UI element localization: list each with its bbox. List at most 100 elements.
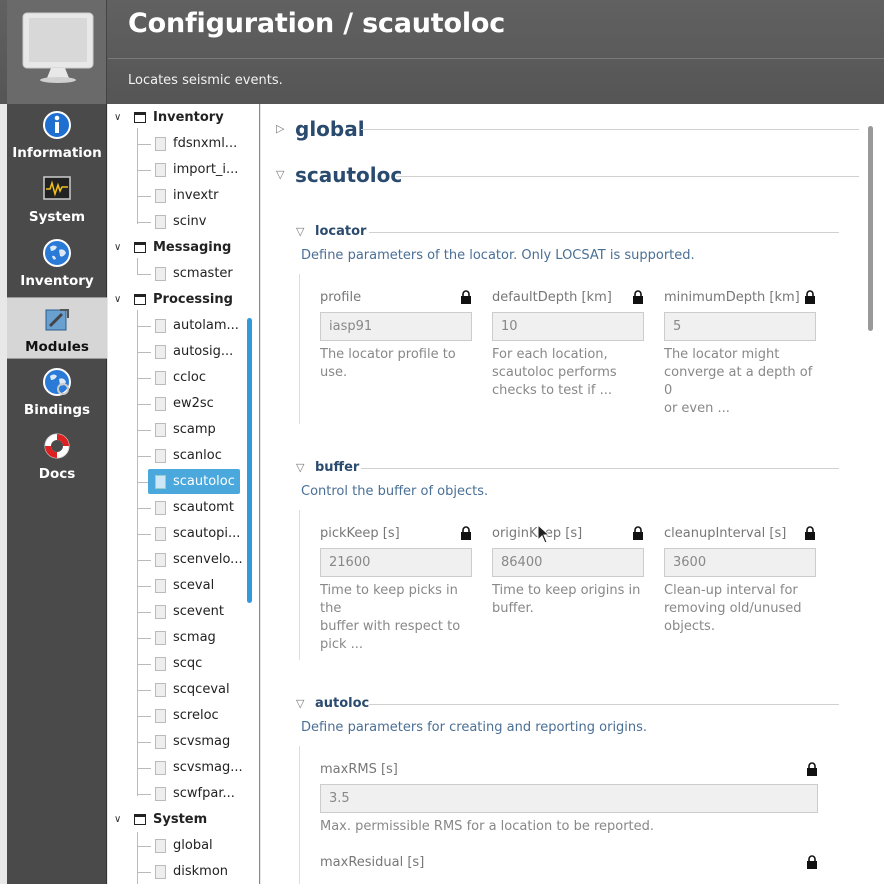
lock-icon[interactable] [804, 526, 816, 540]
tree-connector [137, 404, 151, 405]
param-input[interactable]: 86400 [492, 548, 644, 577]
lock-icon[interactable] [632, 526, 644, 540]
tree-category-system[interactable]: ∨ System [108, 807, 258, 833]
nav-item-bindings[interactable]: Bindings [7, 361, 107, 423]
tree-item[interactable]: invextr [108, 183, 258, 209]
chevron-down-icon[interactable]: ∨ [114, 235, 126, 261]
param-description: Max. permissible RMS for a location to b… [320, 819, 655, 834]
param-input[interactable]: iasp91 [320, 312, 472, 341]
chevron-down-icon[interactable]: ∨ [114, 287, 126, 313]
group-divider [361, 468, 839, 469]
tree-item[interactable]: autolam... [108, 313, 258, 339]
nav-item-inventory[interactable]: Inventory [7, 232, 107, 294]
tree-category-messaging[interactable]: ∨ Messaging [108, 235, 258, 261]
info-icon [43, 111, 71, 139]
lock-icon[interactable] [460, 526, 472, 540]
tree-item[interactable]: sceval [108, 573, 258, 599]
tree-item[interactable]: scamp [108, 417, 258, 443]
chevron-right-icon[interactable]: ▷ [276, 122, 284, 135]
chevron-down-icon[interactable]: ▽ [276, 168, 284, 181]
tree-item[interactable]: scvsmag... [108, 755, 258, 781]
group-description: Define parameters of the locator. Only L… [301, 248, 695, 263]
tree-item-label: global [173, 838, 213, 853]
tree-item-label: import_i... [173, 162, 239, 177]
content-scrollbar[interactable] [868, 126, 873, 331]
nav-label: Modules [25, 339, 89, 355]
nav-label: System [28, 209, 86, 225]
tree-item[interactable]: diskmon [108, 859, 258, 884]
param-input[interactable]: 21600 [320, 548, 472, 577]
nav-item-modules[interactable]: Modules [7, 297, 107, 359]
tree-item[interactable]: fdsnxml... [108, 131, 258, 157]
tree-category-inventory[interactable]: ∨ Inventory [108, 105, 258, 131]
sidebar-nav: Information System Inventory Modules Bin… [7, 104, 107, 884]
tree-connector [137, 586, 151, 587]
nav-item-system[interactable]: System [7, 168, 107, 230]
group-title-buffer[interactable]: buffer [315, 460, 359, 475]
tree-item[interactable]: scautomt [108, 495, 258, 521]
file-icon [155, 423, 166, 437]
tree-connector [137, 144, 151, 145]
file-icon [155, 527, 166, 541]
tree-item[interactable]: screloc [108, 703, 258, 729]
modules-icon [45, 309, 69, 331]
tree-connector [137, 352, 151, 353]
lock-icon[interactable] [804, 290, 816, 304]
page-description: Locates seismic events. [128, 73, 283, 88]
tree-item[interactable]: global [108, 833, 258, 859]
lock-icon[interactable] [806, 762, 818, 776]
tree-item[interactable]: import_i... [108, 157, 258, 183]
tree-item[interactable]: scautopi... [108, 521, 258, 547]
param-minimumdepth: minimumDepth [km] 5 The locator might con… [664, 290, 816, 416]
lock-icon[interactable] [460, 290, 472, 304]
tree-item[interactable]: scanloc [108, 443, 258, 469]
tree-item[interactable]: autosig... [108, 339, 258, 365]
tree-connector [137, 482, 148, 483]
nav-item-information[interactable]: Information [7, 104, 107, 166]
chevron-down-icon[interactable]: ▽ [296, 697, 304, 710]
file-icon [155, 709, 166, 723]
tree-item-selected[interactable]: scautoloc [108, 469, 258, 495]
tree-scrollbar[interactable] [247, 318, 252, 603]
file-icon [155, 787, 166, 801]
tree-item[interactable]: ew2sc [108, 391, 258, 417]
file-icon [155, 345, 166, 359]
group-title-locator[interactable]: locator [315, 224, 366, 239]
group-title-autoloc[interactable]: autoloc [315, 696, 369, 711]
chevron-down-icon[interactable]: ∨ [114, 807, 126, 833]
param-description: For each location, scautoloc performs chec… [492, 347, 617, 398]
chevron-down-icon[interactable]: ▽ [296, 225, 304, 238]
param-input[interactable]: 3600 [664, 548, 816, 577]
nav-label: Information [12, 145, 102, 161]
param-input[interactable]: 10 [492, 312, 644, 341]
tree-item-label: ew2sc [173, 396, 214, 411]
tree-connector [137, 794, 151, 795]
group-border [299, 274, 300, 424]
tree-item[interactable]: scqceval [108, 677, 258, 703]
system-monitor-icon [43, 176, 71, 200]
tree-item[interactable]: scinv [108, 209, 258, 235]
section-title-scautoloc[interactable]: scautoloc [295, 163, 402, 187]
tree-item[interactable]: scmaster [108, 261, 258, 287]
tree-item[interactable]: scqc [108, 651, 258, 677]
tree-item[interactable]: scvsmag [108, 729, 258, 755]
tree-item-label: scmag [173, 630, 216, 645]
lock-icon[interactable] [806, 855, 818, 869]
tree-category-label: Processing [153, 292, 233, 307]
param-input[interactable]: 3.5 [320, 784, 818, 813]
tree-item-label: autosig... [173, 344, 234, 359]
tree-item[interactable]: ccloc [108, 365, 258, 391]
param-input[interactable]: 5 [664, 312, 816, 341]
file-icon [155, 553, 166, 567]
tree-item[interactable]: scevent [108, 599, 258, 625]
section-title-global[interactable]: global [295, 117, 365, 141]
tree-item[interactable]: scenvelo... [108, 547, 258, 573]
nav-item-docs[interactable]: Docs [7, 425, 107, 487]
tree-item[interactable]: scwfpar... [108, 781, 258, 807]
tree-category-processing[interactable]: ∨ Processing [108, 287, 258, 313]
chevron-down-icon[interactable]: ∨ [114, 105, 126, 131]
lock-icon[interactable] [632, 290, 644, 304]
mouse-cursor-icon [537, 524, 551, 544]
chevron-down-icon[interactable]: ▽ [296, 461, 304, 474]
tree-item[interactable]: scmag [108, 625, 258, 651]
